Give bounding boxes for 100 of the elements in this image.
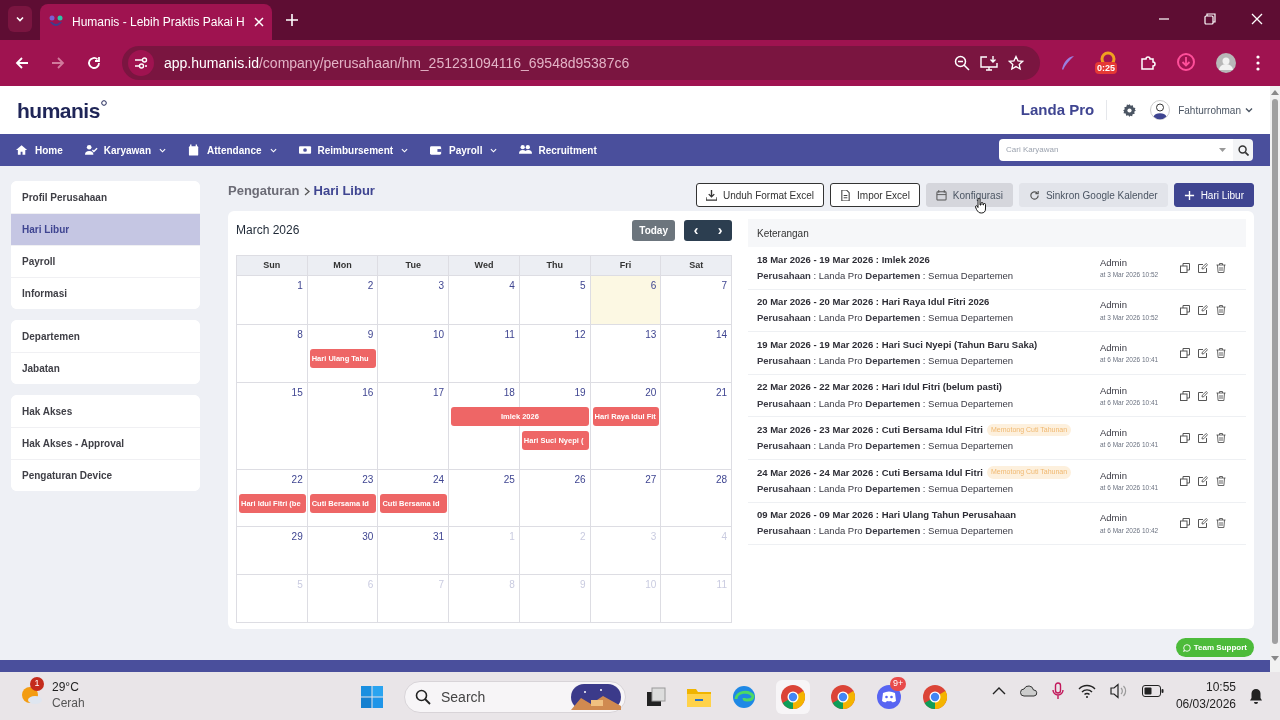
sidebar-item[interactable]: Hari Libur [11,213,200,245]
trash-icon[interactable] [1216,433,1226,444]
chrome-icon[interactable] [922,684,948,710]
puzzle-icon[interactable] [1140,55,1156,71]
day-number: 6 [650,279,657,292]
star-icon[interactable] [1008,55,1024,71]
holiday-title: 23 Mar 2026 - 23 Mar 2026 : Cuti Bersama Idul Fitri [757,422,983,437]
copy-icon[interactable] [1180,348,1190,358]
author-name: Admin [1100,511,1128,526]
search-icon [1237,144,1249,156]
holiday-detail: Perusahaan : Landa Pro Departemen : Semua Departemen [757,524,1015,539]
chevron-down-icon [15,14,25,24]
today-highlight[interactable]: 6 [590,276,662,325]
nav-item[interactable]: Karyawan [84,142,167,158]
browser-swirl-icon[interactable] [732,685,756,709]
restore-icon[interactable] [1204,13,1216,25]
user-menu[interactable]: Fahturrohman [1178,102,1253,118]
previous-month-button[interactable]: ‹ [684,219,708,241]
author-name: Admin [1100,341,1128,355]
chrome-icon[interactable] [780,684,806,710]
edit-icon[interactable] [1198,433,1208,444]
chrome-icon[interactable] [830,684,856,710]
close-icon[interactable] [254,17,264,27]
address-bar[interactable]: app.humanis.id/company/perusahaan/hm_251231094116_69548d95387c6 [122,46,1040,80]
action-button[interactable]: Sinkron Google Kalender [1018,183,1168,207]
scroll-down-icon[interactable] [1271,656,1279,662]
folder-icon[interactable] [686,686,712,708]
url-text: app.humanis.id/company/perusahaan/hm_251231094116_69548d95387c6 [164,53,631,73]
trash-icon[interactable] [1216,475,1226,486]
user-avatar-icon[interactable] [1150,100,1171,120]
zoom-out-icon[interactable] [954,55,970,71]
back-arrow-icon[interactable] [14,55,30,71]
install-app-icon[interactable] [980,55,998,71]
action-button[interactable]: Impor Excel [830,183,920,207]
edit-icon[interactable] [1198,348,1208,358]
notification-bell-icon[interactable] [1249,688,1263,704]
chevron-down-icon [1245,106,1253,114]
edit-icon[interactable] [1198,262,1208,273]
chevron-up-icon[interactable] [992,687,1006,695]
trash-icon[interactable] [1216,305,1226,316]
search-button[interactable] [1233,139,1253,161]
reload-icon[interactable] [86,55,102,71]
task-view-icon[interactable] [646,687,666,707]
download-icon[interactable] [1176,53,1196,73]
day-number: 14 [715,328,727,341]
copy-icon[interactable] [1180,390,1190,401]
copy-icon[interactable] [1180,305,1190,316]
plus-icon [1183,189,1195,201]
edit-icon[interactable] [1198,390,1208,401]
new-tab-icon[interactable] [286,14,298,26]
clock-date: 06/03/2026 [1175,696,1236,713]
holiday-detail: Perusahaan : Landa Pro Departemen : Semua Departemen [757,396,1015,411]
edit-icon[interactable] [1198,475,1208,486]
close-icon[interactable] [1251,13,1263,25]
copy-icon[interactable] [1180,433,1190,444]
copy-icon[interactable] [1180,518,1190,529]
scroll-up-icon[interactable] [1271,89,1279,95]
copy-icon[interactable] [1180,475,1190,486]
nav-item[interactable]: Payroll [430,142,498,158]
next-month-button[interactable]: › [708,219,732,241]
today-button[interactable]: Today [632,219,675,241]
tab-list-button[interactable] [8,6,32,32]
home-icon [16,144,29,156]
day-number: 3 [438,279,445,292]
nav-item[interactable]: Home [16,142,63,158]
microphone-icon[interactable] [1052,682,1064,700]
taskbar-search[interactable]: Search [404,681,626,713]
copy-icon[interactable] [1180,262,1190,273]
forward-arrow-icon[interactable] [50,55,66,71]
menu-icon[interactable] [1256,55,1260,71]
nav-item[interactable]: Recruitment [519,142,597,158]
breadcrumb-item[interactable]: Pengaturan [228,181,300,201]
holiday-detail: Perusahaan : Landa Pro Departemen : Semua Departemen [757,311,1015,326]
edit-icon[interactable] [1198,518,1208,529]
battery-icon[interactable] [1142,685,1164,697]
sidebar-item[interactable]: Jabatan [11,352,200,384]
nav-item[interactable]: Reimbursement [298,142,409,158]
trash-icon[interactable] [1216,518,1226,529]
day-number: 7 [721,279,727,292]
sidebar-item[interactable]: Pengaturan Device [11,459,200,491]
day-number: 13 [645,328,657,341]
volume-icon[interactable] [1110,683,1128,699]
wifi-icon[interactable] [1078,684,1096,698]
trash-icon[interactable] [1216,348,1226,358]
action-button[interactable]: Hari Libur [1173,183,1254,207]
nav-item[interactable]: Attendance [188,142,277,158]
edit-icon[interactable] [1198,305,1208,316]
browser-tab[interactable]: Humanis - Lebih Praktis Pakai H [40,4,272,40]
chat-app-icon[interactable] [876,684,902,710]
trash-icon[interactable] [1216,390,1226,401]
scrollbar[interactable] [1270,86,1280,672]
site-info-button[interactable] [128,50,154,76]
cloud-icon[interactable] [1020,685,1038,697]
sidebar-item[interactable]: Informasi [11,277,200,309]
trash-icon[interactable] [1216,262,1226,273]
action-button[interactable]: Unduh Format Excel [695,183,825,207]
settings-icon[interactable] [1123,103,1137,117]
start-icon[interactable] [360,685,384,709]
day-number: 21 [715,386,727,399]
profile-avatar-icon[interactable] [1216,53,1236,73]
